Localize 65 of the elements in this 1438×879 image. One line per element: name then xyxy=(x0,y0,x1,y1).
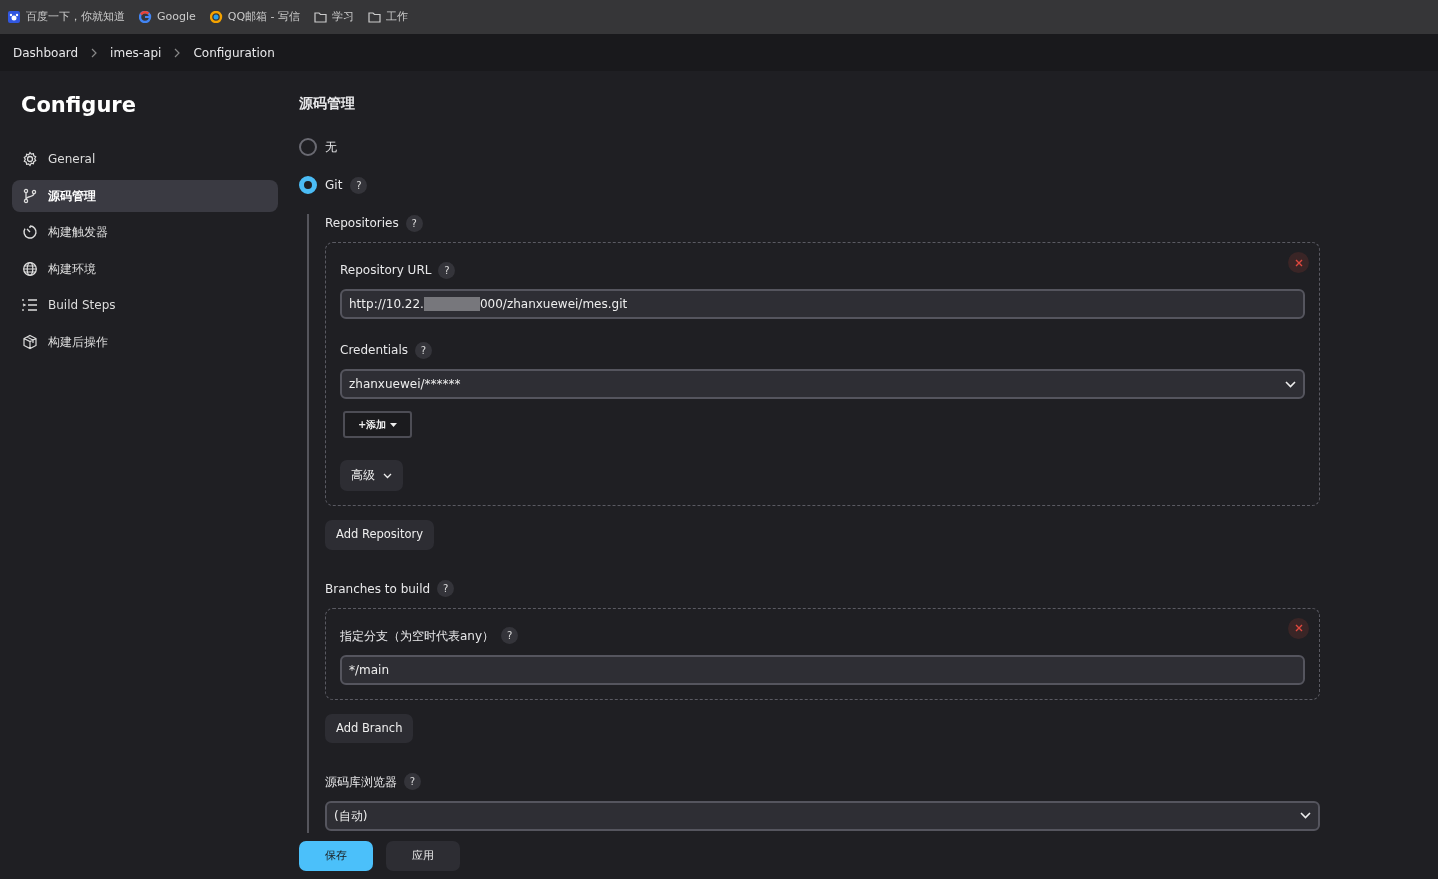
sidebar-item[interactable]: 源码管理 xyxy=(12,179,278,212)
add-credentials-button[interactable]: +添加 xyxy=(343,411,413,438)
help-button[interactable]: ? xyxy=(405,214,423,232)
help-button[interactable]: ? xyxy=(404,773,421,791)
bookmark-link[interactable]: 学习 xyxy=(332,8,355,26)
breadcrumb-link[interactable]: Dashboard xyxy=(13,43,79,62)
sidebar-title: Configure xyxy=(21,93,137,119)
branch-field[interactable]: */main xyxy=(340,654,1305,685)
caret-icon xyxy=(390,422,398,427)
sidebar-item[interactable]: General xyxy=(12,143,278,176)
add-branch-button[interactable]: Add Branch xyxy=(325,713,414,743)
sidebar-item[interactable]: 构建后操作 xyxy=(12,325,278,358)
sidebar-item[interactable]: 构建触发器 xyxy=(12,216,278,249)
help-button[interactable]: ? xyxy=(438,261,456,279)
chevron-icon xyxy=(90,47,99,58)
advanced-button[interactable]: 高级 xyxy=(340,460,403,492)
breadcrumb-link[interactable]: imes-api xyxy=(110,43,162,62)
bookmark-link[interactable]: QQ邮箱 - 写信 xyxy=(227,8,301,26)
dropdown-icon xyxy=(1300,812,1311,820)
ring-icon xyxy=(209,11,223,23)
field-label: Repository URL xyxy=(340,262,432,279)
field-label: Repositories xyxy=(325,215,399,232)
package-icon xyxy=(22,333,38,350)
field-label: 指定分支（为空时代表any） xyxy=(340,627,495,645)
help-button[interactable]: ? xyxy=(501,627,519,644)
credentials-select[interactable]: zhanxuewei/****** xyxy=(340,369,1305,399)
globe-icon xyxy=(22,260,38,277)
folder-icon xyxy=(314,11,328,23)
bookmark-link[interactable]: Google xyxy=(157,8,196,26)
save-button[interactable]: 保存 xyxy=(299,841,373,871)
dropdown-icon xyxy=(1285,380,1296,388)
radio-label: 无 xyxy=(325,139,337,156)
help-button[interactable]: ? xyxy=(350,176,368,194)
chevron-icon xyxy=(173,47,182,58)
folder-icon xyxy=(368,11,382,23)
timer-icon xyxy=(22,224,38,241)
list-icon xyxy=(22,297,38,314)
bookmark-link[interactable]: 工作 xyxy=(386,8,409,26)
delete-button[interactable] xyxy=(1288,252,1309,273)
section-title: 源码管理 xyxy=(299,94,356,113)
radio-label: Git xyxy=(325,177,343,194)
gear-icon xyxy=(22,151,38,168)
paw-icon xyxy=(8,11,21,23)
help-button[interactable]: ? xyxy=(437,580,455,597)
bookmark-link[interactable]: 百度一下，你就知道 xyxy=(26,8,125,26)
radio-button[interactable] xyxy=(299,138,317,156)
chevron-down-icon xyxy=(383,472,392,479)
redaction-block xyxy=(423,297,480,311)
g-logo-icon xyxy=(139,11,152,23)
apply-button[interactable]: 应用 xyxy=(386,841,460,871)
field-label: Credentials xyxy=(340,342,408,359)
delete-button[interactable] xyxy=(1288,617,1309,639)
breadcrumb-current[interactable]: Configuration xyxy=(193,43,275,62)
field-label: 源码库浏览器 xyxy=(325,773,397,791)
field-label: Branches to build xyxy=(325,580,431,598)
radio-button[interactable] xyxy=(299,176,317,194)
branch-icon xyxy=(22,187,38,204)
close-icon xyxy=(1294,258,1303,267)
sidebar-item[interactable]: 构建环境 xyxy=(12,252,278,285)
close-icon xyxy=(1294,624,1303,632)
url-field[interactable]: http://10.22. 000/zhanxuewei/mes.git xyxy=(340,289,1305,319)
sidebar-item[interactable]: Build Steps xyxy=(12,289,278,322)
help-button[interactable]: ? xyxy=(415,341,432,359)
add-repository-button[interactable]: Add Repository xyxy=(325,520,435,550)
repository-browser-select[interactable]: (自动) xyxy=(325,800,1320,831)
